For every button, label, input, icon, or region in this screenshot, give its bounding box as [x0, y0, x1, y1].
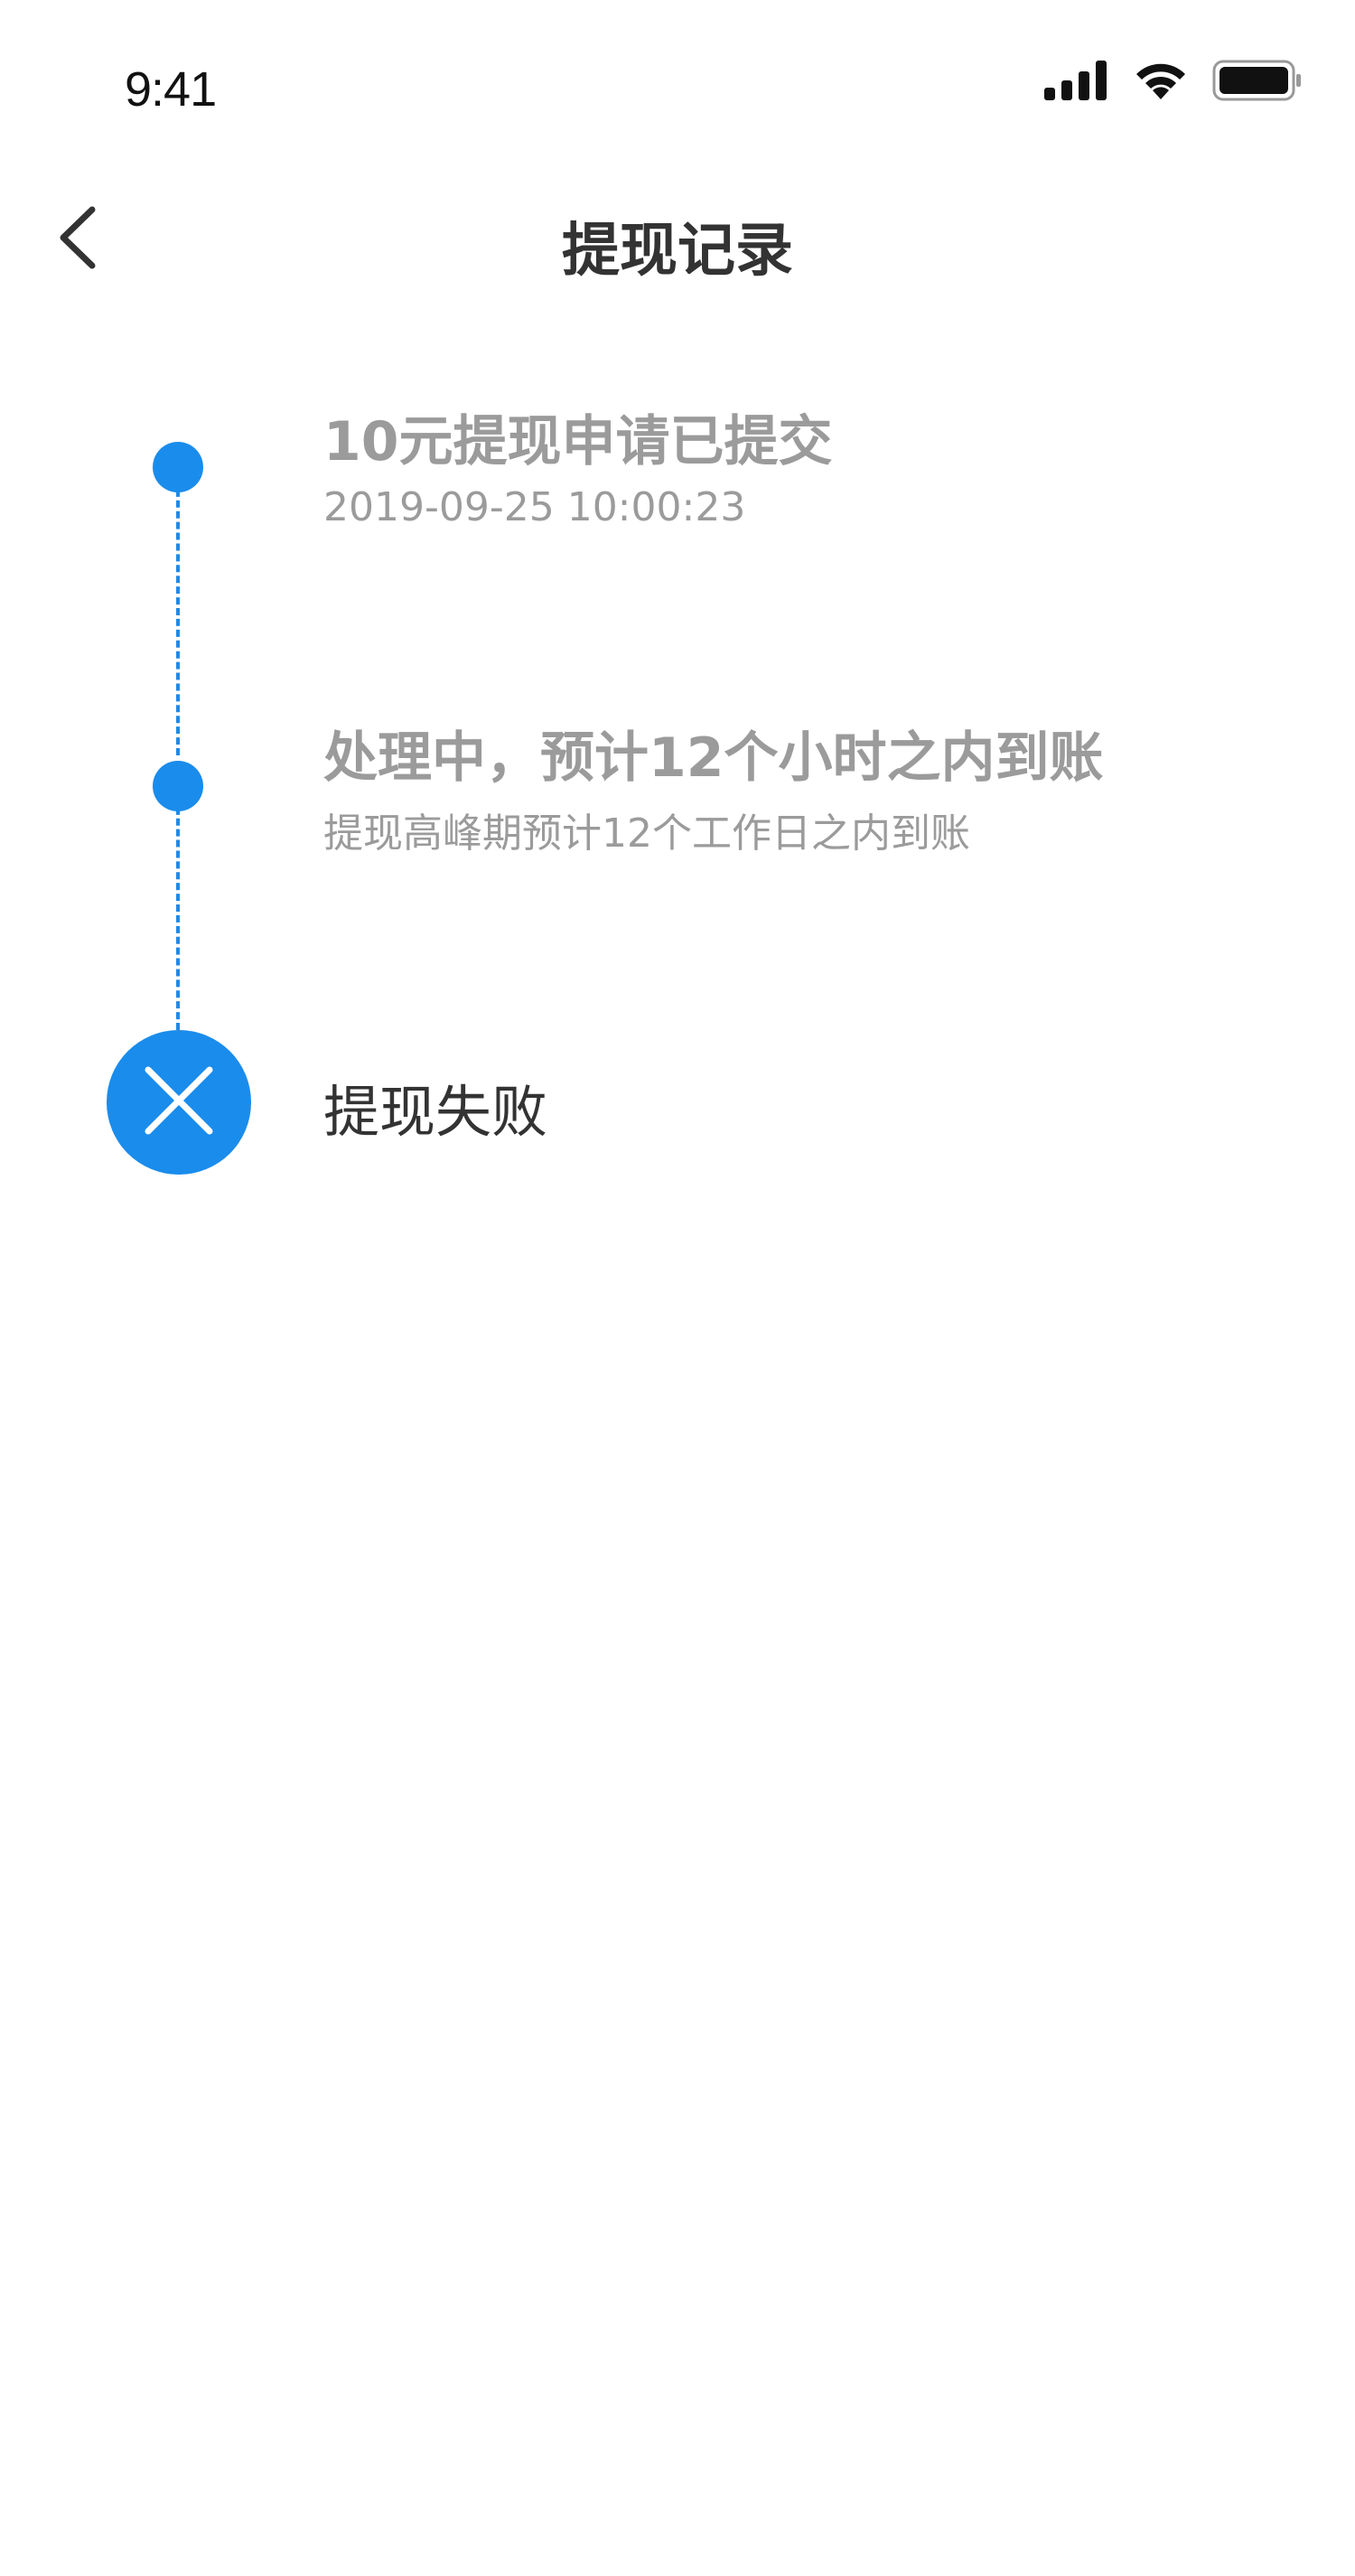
withdraw-timeline: 10元提现申请已提交 2019-09-25 10:00:23 处理中，预计12个… [0, 361, 1355, 1175]
step-subtitle: 提现高峰期预计12个工作日之内到账 [323, 810, 970, 857]
failed-title: 提现失败 [323, 1079, 548, 1145]
timeline-connector [176, 786, 180, 1030]
status-bar: 9:41 [0, 0, 1355, 145]
page-title: 提现记录 [562, 218, 793, 285]
close-icon [143, 1064, 215, 1140]
battery-icon [1212, 60, 1303, 105]
status-icons [1044, 60, 1303, 105]
nav-bar: 提现记录 [0, 181, 1355, 298]
failed-status-badge [107, 1030, 251, 1175]
timeline-dot [153, 442, 203, 492]
step-title: 处理中，预计12个小时之内到账 [323, 726, 1104, 790]
signal-icon [1044, 61, 1109, 104]
timeline-connector [176, 468, 180, 755]
step-timestamp: 2019-09-25 10:00:23 [323, 484, 746, 530]
step-title: 10元提现申请已提交 [323, 410, 833, 473]
wifi-icon [1133, 60, 1189, 105]
status-time: 9:41 [125, 62, 217, 117]
timeline-dot [153, 761, 203, 811]
